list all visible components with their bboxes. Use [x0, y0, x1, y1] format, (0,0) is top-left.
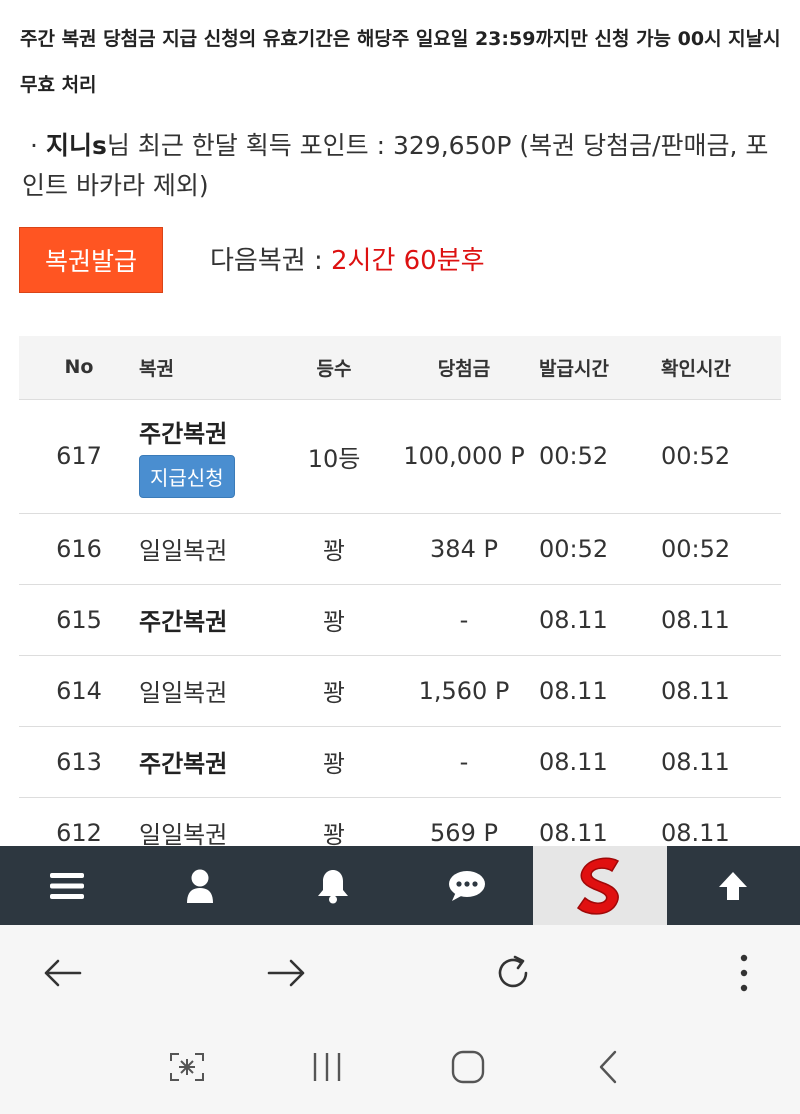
row-lottery: 주간복권 지급신청 — [139, 399, 279, 513]
row-check-time: 08.11 — [661, 818, 730, 847]
lottery-table: No 복권 등수 당첨금 발급시간 확인시간 617 주간복권 지급신청 10등… — [19, 336, 781, 846]
chat-icon[interactable] — [400, 846, 533, 925]
row-lottery: 주간복권 — [139, 608, 228, 636]
header-lottery: 복권 — [139, 336, 279, 400]
row-rank: 꽝 — [322, 679, 346, 707]
table-row: 614 일일복권 꽝 1,560 P 08.11 08.11 — [19, 655, 781, 726]
row-no: 616 — [56, 534, 102, 563]
row-rank: 꽝 — [322, 537, 346, 565]
screenshot-capture-icon[interactable] — [157, 1042, 217, 1092]
row-rank: 꽝 — [322, 750, 346, 778]
menu-icon[interactable] — [0, 846, 133, 925]
header-issue-time: 발급시간 — [539, 336, 661, 400]
table-row: 616 일일복권 꽝 384 P 00:52 00:52 — [19, 513, 781, 584]
browser-toolbar — [0, 925, 800, 1020]
header-rank: 등수 — [279, 336, 389, 400]
row-check-time: 00:52 — [661, 534, 731, 563]
table-row: 613 주간복권 꽝 - 08.11 08.11 — [19, 726, 781, 797]
row-rank: 꽝 — [322, 608, 346, 636]
row-rank: 10등 — [307, 444, 361, 473]
table-row: 612 일일복권 꽝 569 P 08.11 08.11 — [19, 797, 781, 847]
more-options-icon[interactable] — [714, 945, 774, 1001]
row-prize: 569 P — [430, 818, 498, 847]
next-lottery: 다음복권 : 2시간 60분후 — [210, 240, 485, 277]
bottom-nav — [0, 846, 800, 925]
row-lottery: 주간복권 — [139, 750, 228, 778]
bell-icon[interactable] — [267, 846, 400, 925]
forward-icon[interactable] — [257, 945, 317, 1001]
row-issue-time: 08.11 — [539, 676, 608, 705]
row-check-time: 08.11 — [661, 676, 730, 705]
row-lottery: 일일복권 — [139, 821, 228, 846]
points-text: 님 최근 한달 획득 포인트 : 329,650P (복권 당첨금/판매금, 포… — [22, 131, 769, 200]
row-no: 612 — [56, 818, 102, 847]
header-prize: 당첨금 — [389, 336, 539, 400]
row-issue-time: 08.11 — [539, 747, 608, 776]
row-prize: 384 P — [430, 534, 498, 563]
s-logo[interactable] — [533, 846, 667, 925]
row-no: 617 — [56, 442, 102, 470]
home-icon[interactable] — [438, 1042, 498, 1092]
row-lottery: 일일복권 — [139, 537, 228, 565]
points-summary: · 지니s님 최근 한달 획득 포인트 : 329,650P (복권 당첨금/판매… — [22, 126, 782, 206]
next-lottery-time: 2시간 60분후 — [330, 246, 485, 276]
notice-text: 주간 복권 당첨금 지급 신청의 유효기간은 해당주 일요일 23:59까지만 … — [20, 28, 781, 96]
row-check-time: 08.11 — [661, 605, 730, 634]
header-check-time: 확인시간 — [661, 336, 781, 400]
user-icon[interactable] — [133, 846, 266, 925]
bullet: · — [30, 131, 38, 160]
row-issue-time: 08.11 — [539, 818, 608, 847]
nickname: 지니s — [46, 131, 107, 160]
table-header: No 복권 등수 당첨금 발급시간 확인시간 — [19, 336, 781, 400]
row-prize: 1,560 P — [418, 676, 510, 705]
arrow-up-icon[interactable] — [667, 846, 800, 925]
lottery-name: 주간복권 — [139, 420, 228, 448]
row-issue-time: 08.11 — [539, 605, 608, 634]
row-issue-time: 00:52 — [539, 442, 609, 470]
next-lottery-label: 다음복권 : — [210, 246, 331, 276]
row-no: 615 — [56, 605, 102, 634]
row-no: 614 — [56, 676, 102, 705]
row-issue-time: 00:52 — [539, 534, 609, 563]
header-no: No — [19, 336, 139, 400]
table-row: 617 주간복권 지급신청 10등 100,000 P 00:52 00:52 — [19, 399, 781, 513]
row-check-time: 00:52 — [661, 442, 731, 470]
row-lottery: 일일복권 — [139, 679, 228, 707]
back-icon[interactable] — [32, 945, 92, 1001]
refresh-icon[interactable] — [483, 945, 543, 1001]
table-row: 615 주간복권 꽝 - 08.11 08.11 — [19, 584, 781, 655]
system-back-icon[interactable] — [578, 1042, 638, 1092]
recent-apps-icon[interactable] — [297, 1042, 357, 1092]
row-no: 613 — [56, 747, 102, 776]
row-rank: 꽝 — [322, 821, 346, 846]
apply-payout-button[interactable]: 지급신청 — [139, 455, 235, 498]
issue-lottery-button[interactable]: 복권발급 — [19, 227, 163, 293]
row-prize: 100,000 P — [403, 442, 525, 470]
system-nav-bar — [0, 1020, 800, 1114]
row-check-time: 08.11 — [661, 747, 730, 776]
row-prize: - — [459, 747, 469, 776]
row-prize: - — [459, 605, 469, 634]
